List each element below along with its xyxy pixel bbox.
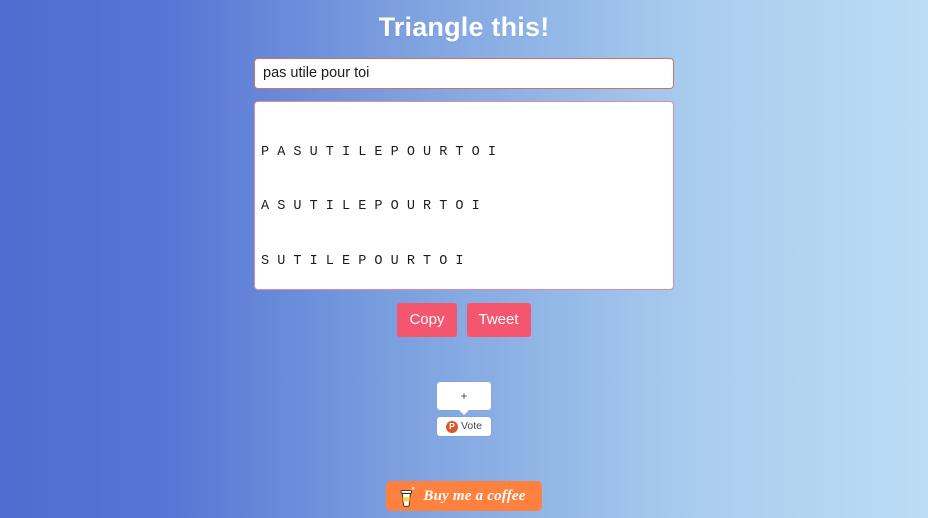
page-title: Triangle this! [378, 12, 550, 42]
triangle-line: A S U T I L E P O U R T O I [261, 199, 480, 215]
triangle-output[interactable]: P A S U T I L E P O U R T O I A S U T I … [254, 101, 674, 290]
buy-me-a-coffee-button[interactable]: Buy me a coffee [386, 481, 542, 511]
phrase-input-container [254, 58, 674, 89]
triangle-line: S U T I L E P O U R T O I [261, 254, 464, 270]
copy-button[interactable]: Copy [397, 303, 457, 337]
buy-me-a-coffee-label: Buy me a coffee [423, 487, 526, 504]
tweet-button[interactable]: Tweet [466, 303, 531, 337]
coffee-cup-icon [399, 486, 416, 507]
action-buttons: Copy Tweet [0, 303, 928, 337]
upvote-bubble[interactable]: + [437, 382, 491, 415]
plus-icon: + [460, 389, 468, 403]
phrase-input[interactable] [254, 58, 674, 89]
support-container: Buy me a coffee [0, 481, 928, 511]
product-hunt-widget: + P Vote [437, 382, 491, 436]
product-hunt-icon: P [445, 420, 458, 433]
triangle-output-container: P A S U T I L E P O U R T O I A S U T I … [254, 101, 674, 290]
triangle-line: P A S U T I L E P O U R T O I [261, 144, 496, 160]
product-hunt-vote-button[interactable]: P Vote [437, 417, 491, 436]
vote-label: Vote [460, 420, 483, 433]
app-page: Triangle this! P A S U T I L E P O U R T… [0, 0, 928, 518]
